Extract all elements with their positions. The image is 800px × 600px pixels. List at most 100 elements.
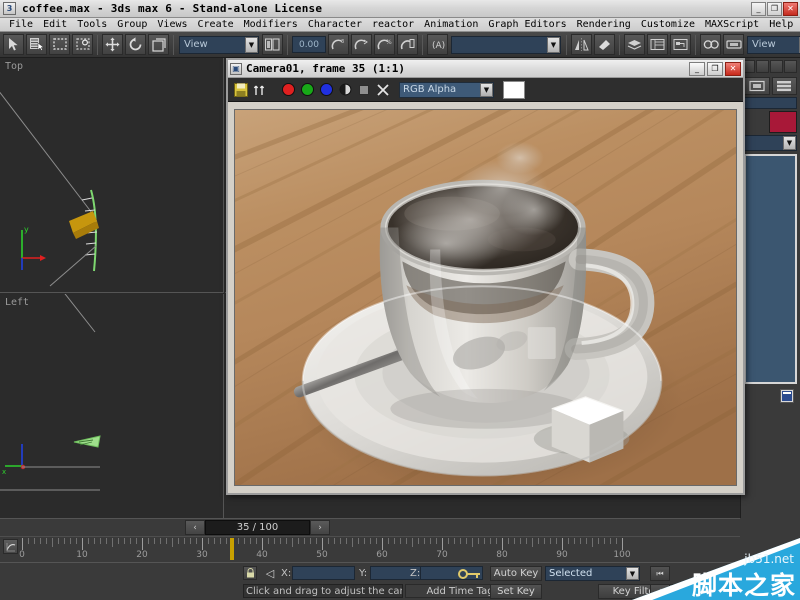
crossing-selection-icon[interactable] (72, 34, 93, 55)
minimize-button[interactable]: _ (751, 1, 766, 16)
render-maximize-button[interactable]: ❐ (707, 61, 723, 76)
object-type-button[interactable] (744, 77, 770, 95)
ruler-tick (304, 538, 305, 544)
ruler-tick (394, 538, 395, 544)
motion-tab[interactable] (784, 60, 797, 73)
chevron-down-icon[interactable]: ▼ (547, 36, 560, 53)
layer-manager-icon[interactable] (624, 34, 645, 55)
object-color-swatch[interactable] (769, 111, 797, 133)
chevron-down-icon[interactable]: ▼ (480, 82, 493, 97)
channel-display-dropdown[interactable]: RGB Alpha ▼ (399, 81, 494, 98)
set-key-button[interactable]: Set Key (490, 584, 542, 599)
object-list[interactable] (744, 154, 797, 384)
use-pivot-point-center-icon[interactable] (262, 34, 283, 55)
ruler-tick (580, 538, 581, 544)
named-selection-sets-icon[interactable]: (A) (427, 34, 448, 55)
hierarchy-tab[interactable] (770, 60, 783, 73)
monochrome-icon[interactable] (356, 82, 372, 98)
menu-item-create[interactable]: Create (193, 18, 239, 31)
lock-selection-icon[interactable] (243, 566, 257, 580)
preferences-icon[interactable] (780, 389, 794, 403)
mirror-icon[interactable] (571, 34, 592, 55)
chevron-down-icon[interactable]: ▼ (626, 567, 639, 580)
ruler-tick (286, 538, 287, 544)
clone-rendered-frame-icon[interactable] (252, 82, 268, 98)
key-filters-button[interactable]: Key Filters... (598, 584, 688, 599)
key-mode-icon[interactable] (455, 566, 485, 581)
ruler-tick (40, 538, 41, 544)
menu-item-customize[interactable]: Customize (636, 18, 700, 31)
selection-mode-icon[interactable]: ◁ (263, 567, 277, 580)
ruler-tick (196, 538, 197, 544)
named-selection-sets-dropdown[interactable]: ▼ (451, 35, 561, 54)
track-bar[interactable]: 0 10 20 30 40 50 60 70 80 90 100 (0, 536, 740, 562)
rendered-image-canvas[interactable] (234, 109, 737, 486)
ruler-cursor[interactable] (230, 538, 234, 560)
viewport-left[interactable]: Left x (0, 294, 224, 518)
menu-item-help[interactable]: Help (764, 18, 798, 31)
align-icon[interactable] (594, 34, 615, 55)
menu-item-rendering[interactable]: Rendering (572, 18, 636, 31)
material-editor-icon[interactable] (700, 34, 721, 55)
percent-snap-toggle-icon[interactable]: % (374, 34, 395, 55)
go-to-start-button[interactable]: ⏮ (650, 566, 670, 581)
previous-frame-button-nav[interactable]: ⏴ (650, 584, 670, 599)
chevron-down-icon[interactable]: ▼ (245, 36, 258, 53)
menu-item-group[interactable]: Group (112, 18, 152, 31)
rectangular-selection-region-icon[interactable] (49, 34, 70, 55)
menu-item-views[interactable]: Views (152, 18, 192, 31)
restore-button[interactable]: ❐ (767, 1, 782, 16)
angle-snap-toggle-icon[interactable] (351, 34, 372, 55)
menu-item-file[interactable]: File (4, 18, 38, 31)
menu-item-tools[interactable]: Tools (72, 18, 112, 31)
menu-item-modifiers[interactable]: Modifiers (239, 18, 303, 31)
select-and-move-icon[interactable] (102, 34, 123, 55)
mini-curve-editor-icon[interactable] (3, 539, 18, 554)
clear-icon[interactable] (375, 82, 391, 98)
menu-item-maxscript[interactable]: MAXScript (700, 18, 764, 31)
frame-ruler[interactable]: 0 10 20 30 40 50 60 70 80 90 100 (19, 537, 631, 563)
green-channel-button[interactable] (299, 82, 315, 98)
menu-item-reactor[interactable]: reactor (367, 18, 419, 31)
name-field[interactable] (744, 97, 797, 109)
spinner-snap-toggle-icon[interactable] (397, 34, 418, 55)
next-frame-button[interactable]: › (310, 520, 330, 535)
x-coordinate-field[interactable] (292, 566, 355, 580)
render-scene-icon[interactable] (723, 34, 744, 55)
category-dropdown[interactable]: ▼ (744, 135, 797, 151)
viewport-top[interactable]: Top y (0, 58, 224, 293)
ruler-label: 30 (196, 550, 208, 560)
select-and-rotate-icon[interactable] (125, 34, 146, 55)
close-button[interactable]: ✕ (783, 1, 798, 16)
ruler-tick (268, 538, 269, 544)
menu-item-graph-editors[interactable]: Graph Editors (483, 18, 571, 31)
curve-editor-icon[interactable] (647, 34, 668, 55)
chevron-down-icon[interactable]: ▼ (783, 136, 796, 150)
modify-tab[interactable] (756, 60, 769, 73)
select-and-scale-icon[interactable] (148, 34, 169, 55)
select-by-name-icon[interactable] (26, 34, 47, 55)
key-selection-dropdown[interactable]: Selected ▼ (545, 566, 640, 581)
angle-snap-field[interactable]: 0.00 (292, 36, 326, 53)
background-color-swatch[interactable] (503, 80, 525, 99)
render-close-button[interactable]: ✕ (725, 61, 741, 76)
schematic-view-icon[interactable] (670, 34, 691, 55)
menu-item-edit[interactable]: Edit (38, 18, 72, 31)
max-app-icon[interactable]: 3 (3, 2, 16, 15)
save-bitmap-icon[interactable] (233, 82, 249, 98)
time-slider-handle[interactable]: 35 / 100 (205, 520, 310, 535)
red-channel-button[interactable] (280, 82, 296, 98)
snaps-toggle-icon[interactable]: 3 (328, 34, 349, 55)
menu-item-character[interactable]: Character (303, 18, 367, 31)
select-object-icon[interactable] (3, 34, 24, 55)
blue-channel-button[interactable] (318, 82, 334, 98)
previous-frame-button[interactable]: ‹ (185, 520, 205, 535)
alpha-channel-icon[interactable] (337, 82, 353, 98)
menu-item-animation[interactable]: Animation (419, 18, 483, 31)
reference-coordinate-system-dropdown[interactable]: View ▼ (179, 35, 259, 54)
auto-key-button[interactable]: Auto Key (490, 566, 542, 581)
rendered-frame-window[interactable]: ▣ Camera01, frame 35 (1:1) _ ❐ ✕ RGB Alp… (226, 58, 745, 495)
list-view-button[interactable] (771, 77, 797, 95)
render-viewport-dropdown[interactable]: View ▼ (747, 35, 800, 54)
render-minimize-button[interactable]: _ (689, 61, 705, 76)
